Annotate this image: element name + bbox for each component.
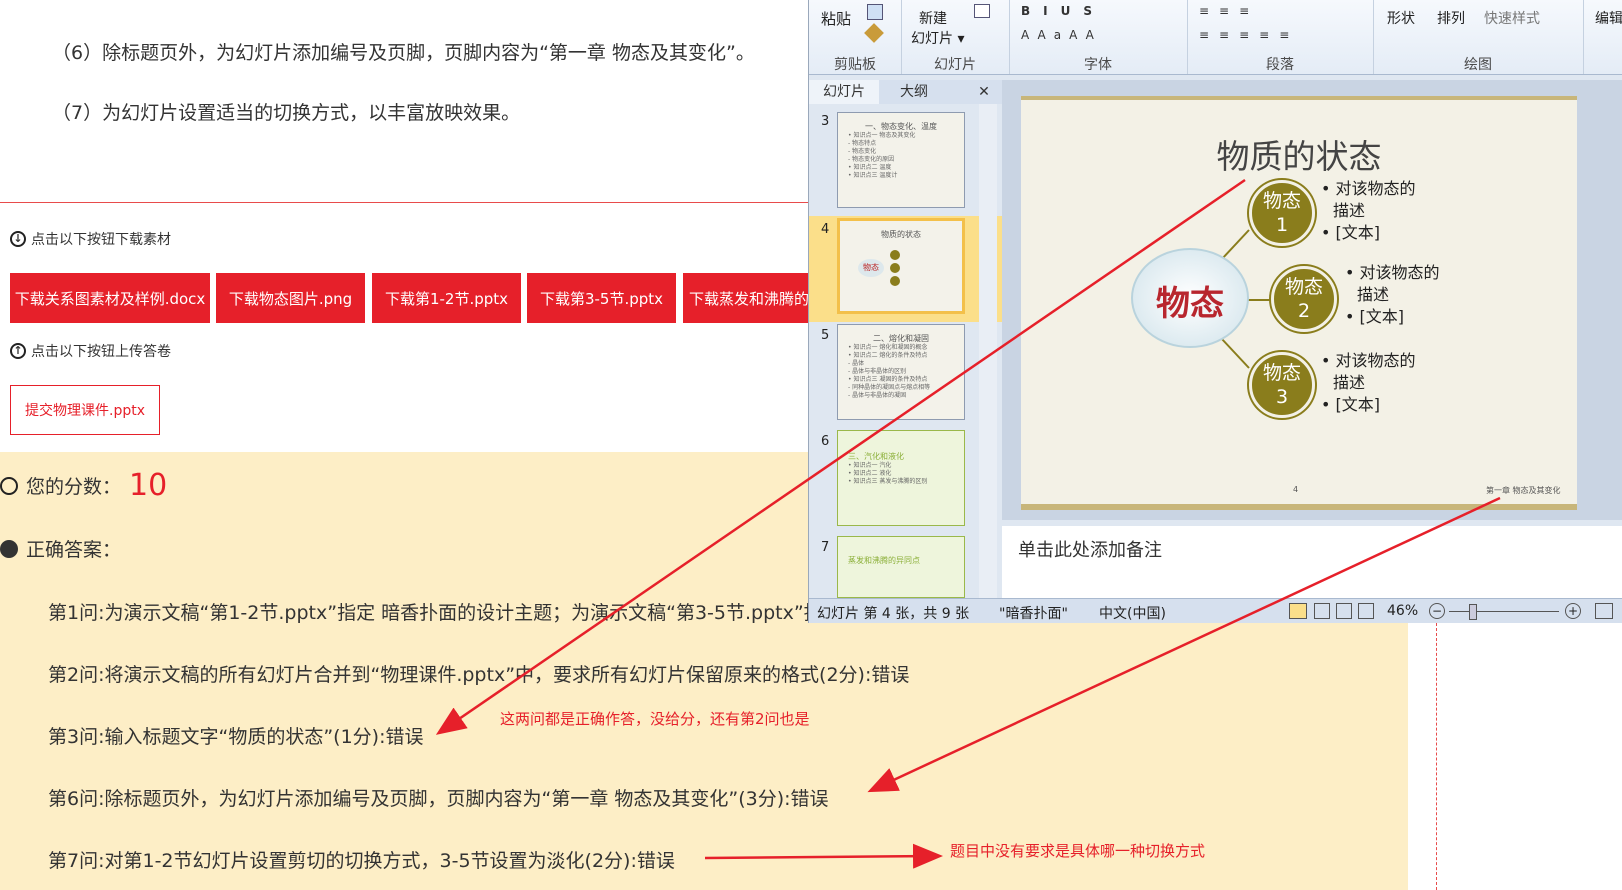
- annotation-arrows: [435, 178, 1501, 869]
- arrow-to-note2: [704, 843, 943, 869]
- arrow-to-q3: [435, 178, 1246, 735]
- arrow-to-q6: [867, 496, 1501, 793]
